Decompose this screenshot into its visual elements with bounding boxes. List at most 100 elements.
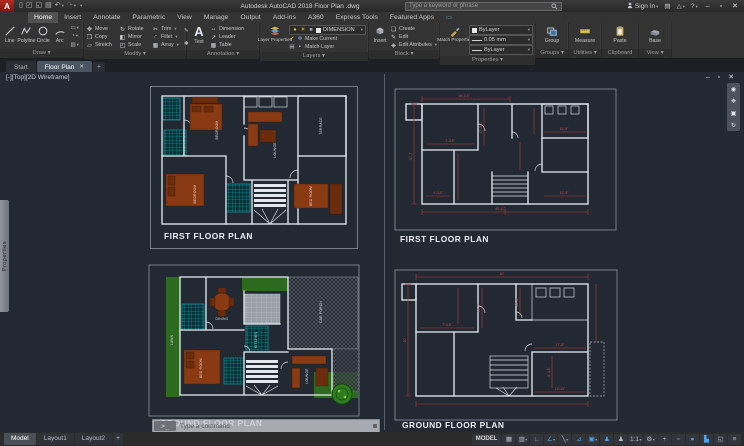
view-panel-title[interactable]: View ▾ [639,49,671,58]
undo-icon[interactable]: ↶▾ [55,0,64,12]
tab-a360[interactable]: A360 [302,12,330,23]
properties-panel-title[interactable]: Properties ▾ [440,56,535,65]
ortho-icon[interactable]: ∟ [530,434,543,445]
clipboard-panel-title[interactable]: Clipboard [602,49,638,58]
sheet-first-floor-furnished[interactable]: BEDROOM BEDROOM LOUNGE TERRACE BED ROOM … [148,84,360,252]
a360-icon[interactable]: △▾ [677,2,685,10]
object-color-dropdown[interactable]: ByLayer ▾ [469,25,533,35]
help-search-box[interactable]: Type a keyword or phrase [405,2,562,11]
edit-attributes-tool[interactable]: ◈Edit Attributes▾ [390,41,437,49]
command-line-grip[interactable] [373,424,377,428]
drawing-canvas[interactable]: [-][Top][2D Wireframe] ‒ ▫ ✕ ◉ ✥ ▣ ↻ Pro… [0,72,744,432]
tab-featured-apps[interactable]: Featured Apps [384,12,440,23]
sheet-ground-floor-furnished[interactable]: LAWN CAR PORCH KITCHEN DINING BED ROOM L… [146,262,364,430]
leader-tool[interactable]: ↗Leader [210,33,257,41]
model-space-button[interactable]: MODEL [472,434,502,445]
layer-properties-tool[interactable]: Layer Properties [262,24,288,52]
fillet-tool[interactable]: ◜Fillet▾ [152,33,183,41]
search-icon[interactable] [551,3,558,10]
workspace-gear-icon[interactable]: ⚙▾ [644,434,657,445]
move-tool[interactable]: ✥Move [86,25,117,33]
redo-icon[interactable]: ↷▾ [67,0,76,12]
polar-tracking-icon[interactable]: ∠▾ [544,434,557,445]
orbit-icon[interactable]: ↻ [731,122,736,129]
command-line[interactable]: >_ Type a command [152,419,380,432]
linetype-dropdown[interactable]: ByLayer ▾ [469,45,533,55]
tab-annotate[interactable]: Annotate [87,12,126,23]
rotate-tool[interactable]: ↻Rotate [119,25,150,33]
command-input[interactable]: Type a command [176,423,373,430]
save-icon[interactable]: ◱ [35,0,42,12]
make-current-tool[interactable]: ✔ ❄ Make Current [289,35,366,43]
exchange-apps-icon[interactable]: ▤ [664,2,670,10]
app-menu-button[interactable]: A [0,0,14,12]
arc-tool[interactable]: Arc [52,24,67,49]
annotation-visibility-icon[interactable]: ♟ [600,434,613,445]
close-button[interactable]: ✕ [730,2,740,10]
ellipse-tool-icon[interactable]: ◔▾ [71,33,78,39]
plot-icon[interactable]: ▤ [45,0,52,12]
new-file-icon[interactable]: ▯ [19,0,23,12]
tab-output[interactable]: Output [234,12,266,23]
annotation-autoscale-icon[interactable]: ♟ [614,434,627,445]
viewport-controls[interactable]: [-][Top][2D Wireframe] [6,74,70,81]
pan-icon[interactable]: ✥ [731,98,736,105]
base-view-tool[interactable]: Base [641,24,669,49]
utilities-panel-title[interactable]: Utilities ▾ [569,49,601,58]
circle-tool[interactable]: Circle [35,24,50,49]
full-nav-wheel-icon[interactable]: ◉ [731,86,736,93]
insert-block-tool[interactable]: Insert [371,24,389,50]
layout1-tab[interactable]: Layout1 [37,433,74,445]
qat-customize-icon[interactable]: ▾ [80,0,82,12]
properties-palette-tab[interactable]: Properties [0,200,9,312]
array-tool[interactable]: ▦Array▾ [152,41,183,49]
measure-tool[interactable]: Measure [571,24,599,49]
annotation-panel-title[interactable]: Annotation ▾ [187,50,259,59]
document-window-controls[interactable]: ‒ ▫ ✕ [706,73,737,81]
navigation-bar[interactable]: ◉ ✥ ▣ ↻ [727,83,740,131]
restore-button[interactable]: ▫ [718,3,724,10]
tab-manage[interactable]: Manage [198,12,235,23]
otrack-icon[interactable]: ⊿ [572,434,585,445]
tab-insert[interactable]: Insert [58,12,87,23]
grid-icon[interactable]: ▦ [502,434,515,445]
layers-panel-title[interactable]: Layers ▾ [260,52,368,61]
rectangle-tool-icon[interactable]: ▭▾ [70,25,78,31]
sign-in-button[interactable]: Sign In▾ [627,2,658,10]
model-tab[interactable]: Model [4,433,36,445]
dimension-tool[interactable]: ↔Dimension [210,25,257,33]
first-floor-dimensioned-drawing[interactable]: 40'-11" 30'-7" 16'-3.5" 12'-9.5" 7'-4.5"… [392,84,620,252]
isodraft-icon[interactable]: ╲▾ [558,434,571,445]
match-layer-tool[interactable]: ▤ ▪ Match Layer [289,43,366,51]
polyline-tool[interactable]: Polyline [18,24,34,49]
trim-tool[interactable]: ✂Trim▾ [152,25,183,33]
annotation-monitor-icon[interactable]: + [658,434,671,445]
mirror-tool[interactable]: ◧Mirror [119,33,150,41]
graphics-performance-icon[interactable]: ● [686,434,699,445]
block-panel-title[interactable]: Block ▾ [369,50,439,59]
line-tool[interactable]: Line [2,24,17,49]
lineweight-dropdown[interactable]: 0.05 mm ▾ [469,35,533,45]
create-block-tool[interactable]: ❏Create [390,25,437,33]
performance-monitor-icon[interactable]: ▭ [446,13,452,23]
open-file-icon[interactable]: ◰ [26,0,33,12]
group-tool[interactable]: Group [538,24,566,49]
snap-icon[interactable]: ▥▾ [516,434,529,445]
sheet-ground-floor-dimensioned[interactable]: 50' 30' 16'-0" 12'-6" [392,262,626,432]
text-tool[interactable]: A Text [189,24,209,50]
units-icon[interactable]: ▫ [672,434,685,445]
close-tab-icon[interactable]: ✕ [79,64,84,70]
edit-block-tool[interactable]: ✎Edit [390,33,437,41]
tab-view[interactable]: View [171,12,198,23]
clean-screen-icon[interactable]: ◱ [714,434,727,445]
ground-floor-furnished-drawing[interactable]: LAWN CAR PORCH KITCHEN DINING BED ROOM L… [146,262,364,430]
tab-add-ins[interactable]: Add-ins [267,12,302,23]
zoom-extents-icon[interactable]: ▣ [731,110,737,117]
table-tool[interactable]: ▦Table [210,41,257,49]
customization-icon[interactable]: ≡ [728,434,741,445]
draw-panel-title[interactable]: Draw ▾ [0,49,83,58]
ground-floor-dimensioned-drawing[interactable]: 50' 30' 16'-0" 12'-6" [392,262,626,432]
tab-parametric[interactable]: Parametric [126,12,171,23]
stretch-tool[interactable]: ▱Stretch [86,41,117,49]
modify-panel-title[interactable]: Modify ▾ [84,50,186,59]
